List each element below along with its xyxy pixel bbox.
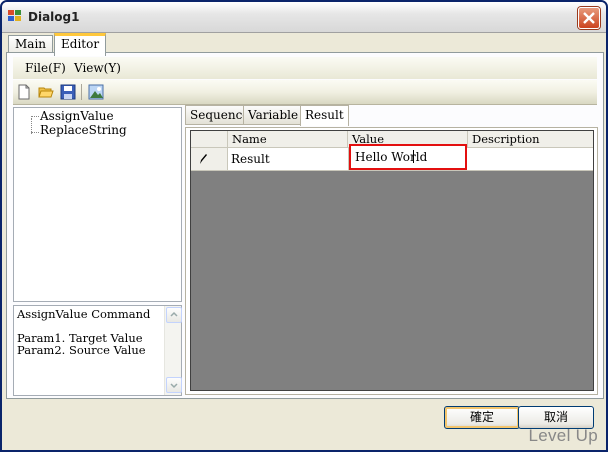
cell-name[interactable]: Result [228, 148, 349, 170]
result-grid[interactable]: Name Value Description Result Hello Worl… [190, 130, 594, 391]
menu-file[interactable]: File(F) [25, 61, 66, 75]
dialog-window: Dialog1 Main Editor File(F) View(Y) Assi… [0, 0, 608, 452]
description-line: Param2. Source Value [17, 343, 146, 357]
close-button[interactable] [578, 7, 600, 29]
row-header[interactable] [191, 148, 228, 170]
row-header-corner [191, 131, 228, 147]
watermark: Level Up [528, 426, 598, 445]
save-icon[interactable] [60, 84, 76, 100]
command-tree[interactable]: AssignValue ReplaceString [13, 107, 182, 302]
toolbar [13, 80, 597, 105]
description-text: AssignValue Command Param1. Target Value… [17, 308, 157, 356]
title-bar[interactable]: Dialog1 [2, 2, 606, 33]
new-file-icon[interactable] [16, 84, 32, 100]
pencil-icon [200, 154, 207, 164]
text-caret [413, 150, 414, 163]
tree-item-assignvalue[interactable]: AssignValue [40, 109, 114, 123]
menu-bar: File(F) View(Y) [13, 57, 597, 79]
editor-tab-page: File(F) View(Y) AssignValue ReplaceStrin… [6, 52, 604, 399]
ok-button[interactable]: 確定 [444, 406, 520, 429]
description-box[interactable]: AssignValue Command Param1. Target Value… [13, 305, 182, 396]
toolbar-separator [81, 84, 82, 100]
main-tabstrip: Main Editor [6, 33, 604, 56]
scroll-down-button[interactable] [166, 377, 182, 393]
scroll-up-button[interactable] [166, 307, 182, 323]
chevron-up-icon [170, 311, 178, 317]
vertical-scrollbar[interactable] [164, 306, 182, 395]
tab-result[interactable]: Result [300, 105, 349, 126]
result-panel: Name Value Description Result Hello Worl… [185, 127, 598, 395]
cell-value-text: Hello World [355, 150, 428, 164]
tree-connector [31, 132, 39, 133]
close-icon [583, 12, 595, 24]
tab-main[interactable]: Main [8, 35, 54, 53]
menu-view[interactable]: View(Y) [74, 61, 121, 75]
open-folder-icon[interactable] [38, 84, 54, 100]
image-icon[interactable] [88, 84, 104, 100]
app-icon [8, 10, 21, 21]
chevron-down-icon [170, 383, 178, 389]
description-line: AssignValue Command [17, 307, 151, 321]
tab-editor[interactable]: Editor [54, 33, 107, 56]
tree-connector [31, 116, 39, 117]
window-title: Dialog1 [28, 10, 80, 24]
table-row[interactable]: Result Hello World [191, 144, 593, 171]
column-header-name[interactable]: Name [228, 131, 348, 147]
cell-description[interactable] [468, 148, 591, 170]
column-header-description[interactable]: Description [468, 131, 592, 147]
tree-item-replacestring[interactable]: ReplaceString [40, 123, 127, 137]
cell-value-editor[interactable]: Hello World [349, 144, 467, 170]
tab-variable[interactable]: Variable [243, 105, 304, 125]
